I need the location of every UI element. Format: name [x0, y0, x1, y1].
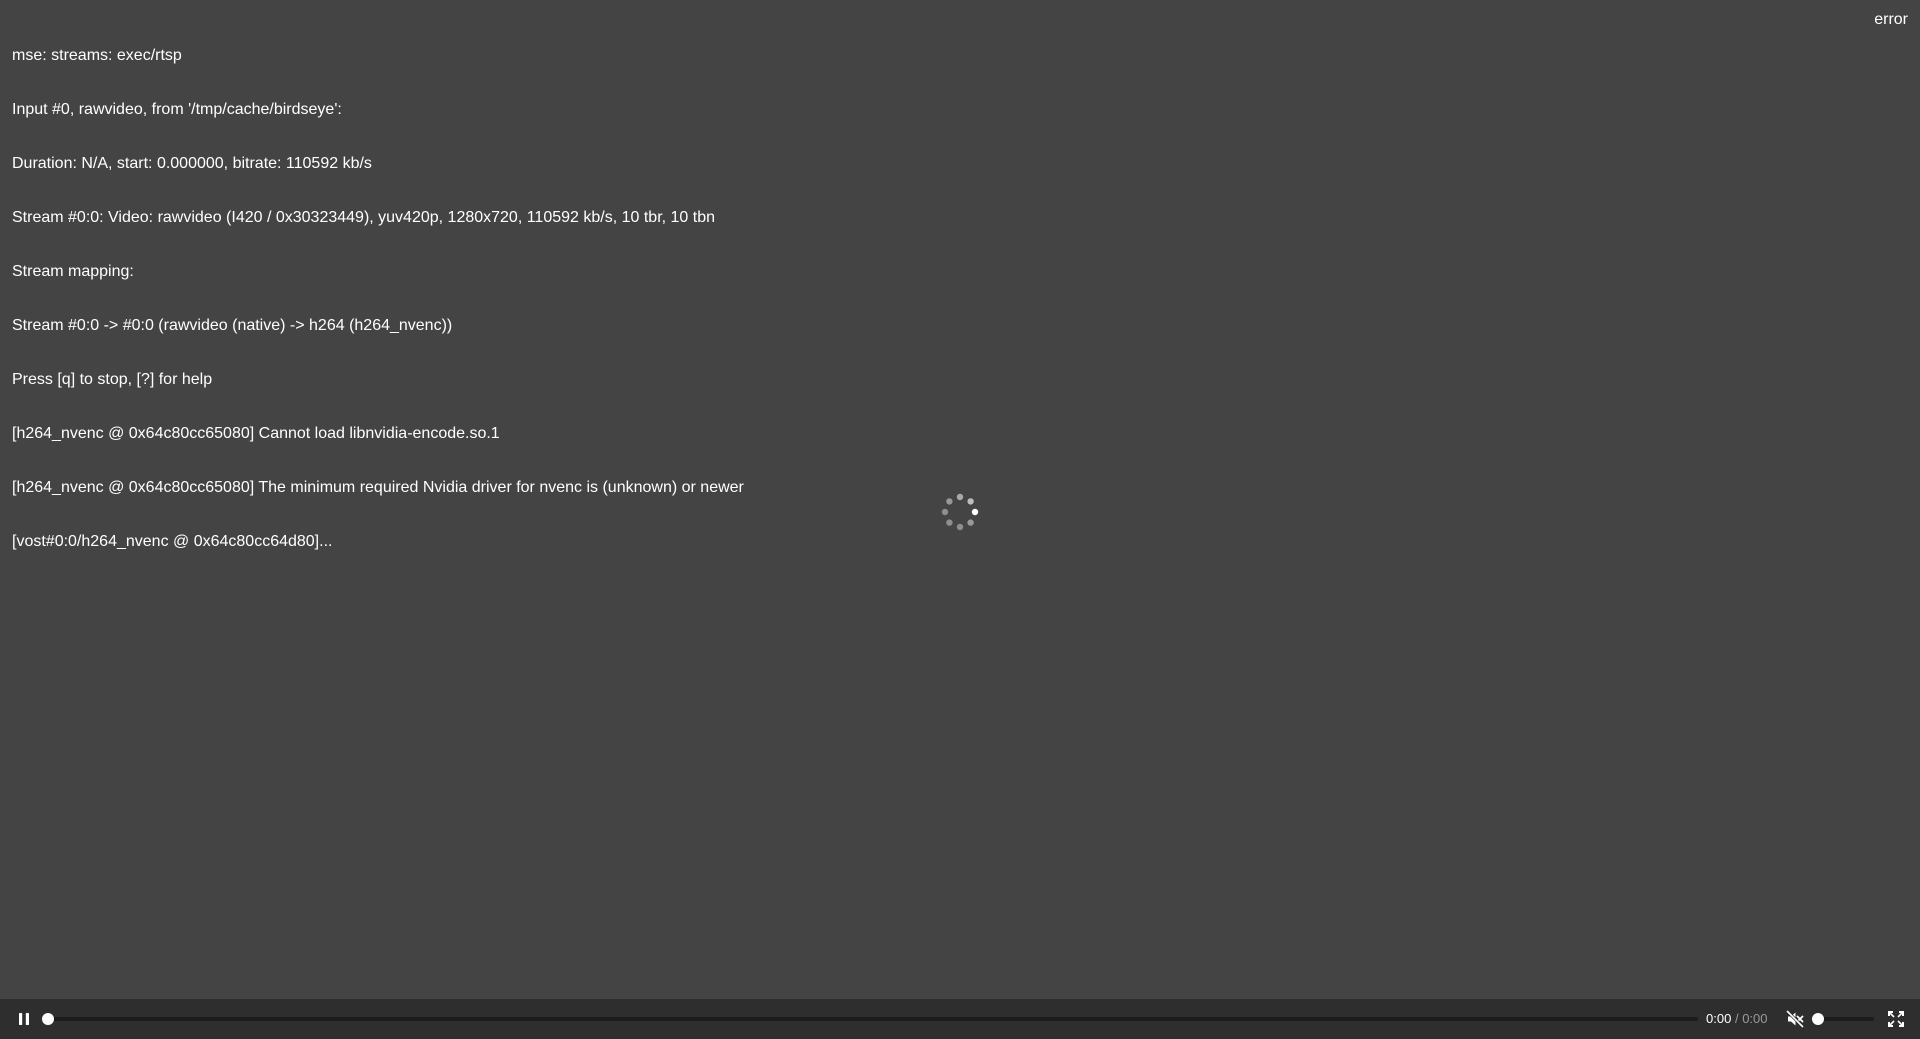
- control-bar: 0:00 / 0:00: [0, 999, 1920, 1039]
- pause-button[interactable]: [14, 1009, 34, 1029]
- fullscreen-icon: [1888, 1011, 1904, 1027]
- seek-handle[interactable]: [42, 1013, 54, 1025]
- seek-bar[interactable]: [42, 1013, 1698, 1025]
- log-line: Press [q] to stop, [?] for help: [12, 371, 213, 388]
- log-line: Stream #0:0 -> #0:0 (rawvideo (native) -…: [12, 317, 453, 334]
- video-player[interactable]: mse: streams: exec/rtsp Input #0, rawvid…: [0, 0, 1920, 1039]
- volume-slider[interactable]: [1812, 1013, 1874, 1025]
- log-line: Stream #0:0: Video: rawvideo (I420 / 0x3…: [12, 209, 716, 226]
- time-separator: /: [1734, 1011, 1739, 1026]
- log-line: Duration: N/A, start: 0.000000, bitrate:…: [12, 155, 372, 172]
- log-line: Input #0, rawvideo, from '/tmp/cache/bir…: [12, 101, 342, 118]
- speaker-muted-icon: [1786, 1010, 1804, 1028]
- log-line: mse: streams: exec/rtsp: [12, 47, 182, 64]
- current-time: 0:00: [1706, 1011, 1732, 1026]
- log-line: [h264_nvenc @ 0x64c80cc65080] The minimu…: [12, 479, 744, 496]
- time-display: 0:00 / 0:00: [1706, 1011, 1768, 1027]
- status-label: error: [1874, 11, 1908, 28]
- duration: 0:00: [1742, 1011, 1768, 1026]
- mute-button[interactable]: [1785, 1009, 1805, 1029]
- error-log: mse: streams: exec/rtsp Input #0, rawvid…: [12, 11, 744, 587]
- volume-handle[interactable]: [1812, 1013, 1824, 1025]
- log-line: Stream mapping:: [12, 263, 134, 280]
- log-line: [vost#0:0/h264_nvenc @ 0x64c80cc64d80]..…: [12, 533, 333, 550]
- loading-spinner-icon: [940, 492, 980, 532]
- pause-icon: [19, 1013, 29, 1025]
- log-line: [h264_nvenc @ 0x64c80cc65080] Cannot loa…: [12, 425, 500, 442]
- fullscreen-button[interactable]: [1886, 1009, 1906, 1029]
